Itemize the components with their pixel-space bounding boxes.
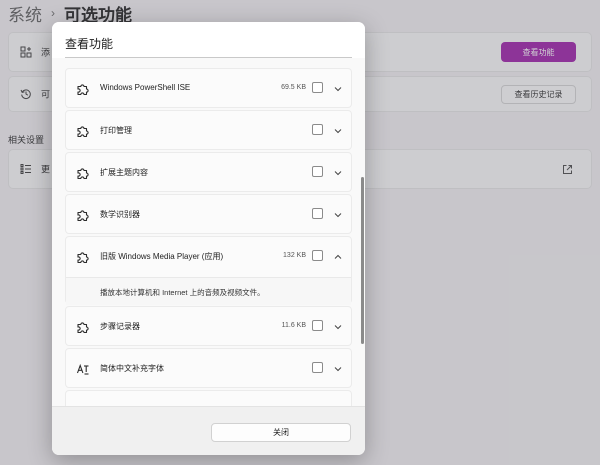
feature-item-extended-themes[interactable]: 扩展主题内容 (65, 152, 352, 192)
feature-size: 11.6 KB (281, 322, 306, 329)
feature-checkbox[interactable] (312, 250, 323, 261)
feature-row: 数学识别器 (66, 195, 351, 235)
feature-description-panel: 播放本地计算机和 Internet 上的音频及视频文件。 (66, 277, 351, 305)
chevron-up-icon[interactable] (333, 252, 343, 262)
feature-item-steps-recorder[interactable]: 步骤记录器 11.6 KB (65, 306, 352, 346)
chevron-down-icon[interactable] (333, 168, 343, 178)
feature-item-print-management[interactable]: 打印管理 (65, 110, 352, 150)
chevron-down-icon[interactable] (333, 364, 343, 374)
puzzle-icon (77, 168, 89, 180)
puzzle-icon (77, 84, 89, 96)
scrollbar-thumb[interactable] (361, 177, 364, 344)
feature-row: 打印管理 (66, 111, 351, 151)
dialog-title: 查看功能 (65, 37, 114, 51)
feature-scroll-area[interactable]: Windows PowerShell ISE 69.5 KB 打印管理 扩展主题… (65, 64, 352, 414)
puzzle-icon (77, 252, 89, 264)
feature-name: 扩展主题内容 (100, 168, 148, 177)
dialog-footer: 关闭 (52, 406, 365, 455)
puzzle-icon (77, 210, 89, 222)
feature-row: Windows PowerShell ISE 69.5 KB (66, 69, 351, 109)
feature-item-powershell-ise[interactable]: Windows PowerShell ISE 69.5 KB (65, 68, 352, 108)
view-features-dialog: 查看功能 Windows PowerShell ISE 69.5 KB 打印管理… (52, 22, 365, 455)
feature-size: 69.5 KB (281, 84, 306, 91)
feature-item-chinese-simplified-fonts[interactable]: 简体中文补充字体 (65, 348, 352, 388)
close-button[interactable]: 关闭 (211, 423, 351, 442)
feature-name: 步骤记录器 (100, 322, 140, 331)
feature-size: 132 KB (283, 252, 306, 259)
feature-checkbox[interactable] (312, 82, 323, 93)
puzzle-icon (77, 322, 89, 334)
feature-name: 简体中文补充字体 (100, 364, 164, 373)
dialog-header: 查看功能 (52, 22, 365, 58)
font-icon (76, 363, 89, 375)
chevron-down-icon[interactable] (333, 84, 343, 94)
chevron-down-icon[interactable] (333, 322, 343, 332)
feature-checkbox[interactable] (312, 208, 323, 219)
puzzle-icon (77, 126, 89, 138)
feature-checkbox[interactable] (312, 362, 323, 373)
chevron-down-icon[interactable] (333, 126, 343, 136)
header-divider (65, 57, 352, 58)
feature-item-windows-media-player[interactable]: 旧版 Windows Media Player (应用) 132 KB 播放本地… (65, 236, 352, 305)
feature-row: 步骤记录器 11.6 KB (66, 307, 351, 347)
chevron-down-icon[interactable] (333, 210, 343, 220)
feature-checkbox[interactable] (312, 320, 323, 331)
feature-name: 打印管理 (100, 126, 132, 135)
feature-checkbox[interactable] (312, 166, 323, 177)
feature-row: 扩展主题内容 (66, 153, 351, 193)
feature-description: 播放本地计算机和 Internet 上的音频及视频文件。 (100, 288, 265, 297)
feature-name: 数学识别器 (100, 210, 140, 219)
feature-checkbox[interactable] (312, 124, 323, 135)
feature-row: 简体中文补充字体 (66, 349, 351, 389)
feature-item-math-recognizer[interactable]: 数学识别器 (65, 194, 352, 234)
feature-name: Windows PowerShell ISE (100, 83, 191, 92)
feature-row: 旧版 Windows Media Player (应用) 132 KB (66, 237, 351, 277)
feature-name: 旧版 Windows Media Player (应用) (100, 252, 224, 261)
